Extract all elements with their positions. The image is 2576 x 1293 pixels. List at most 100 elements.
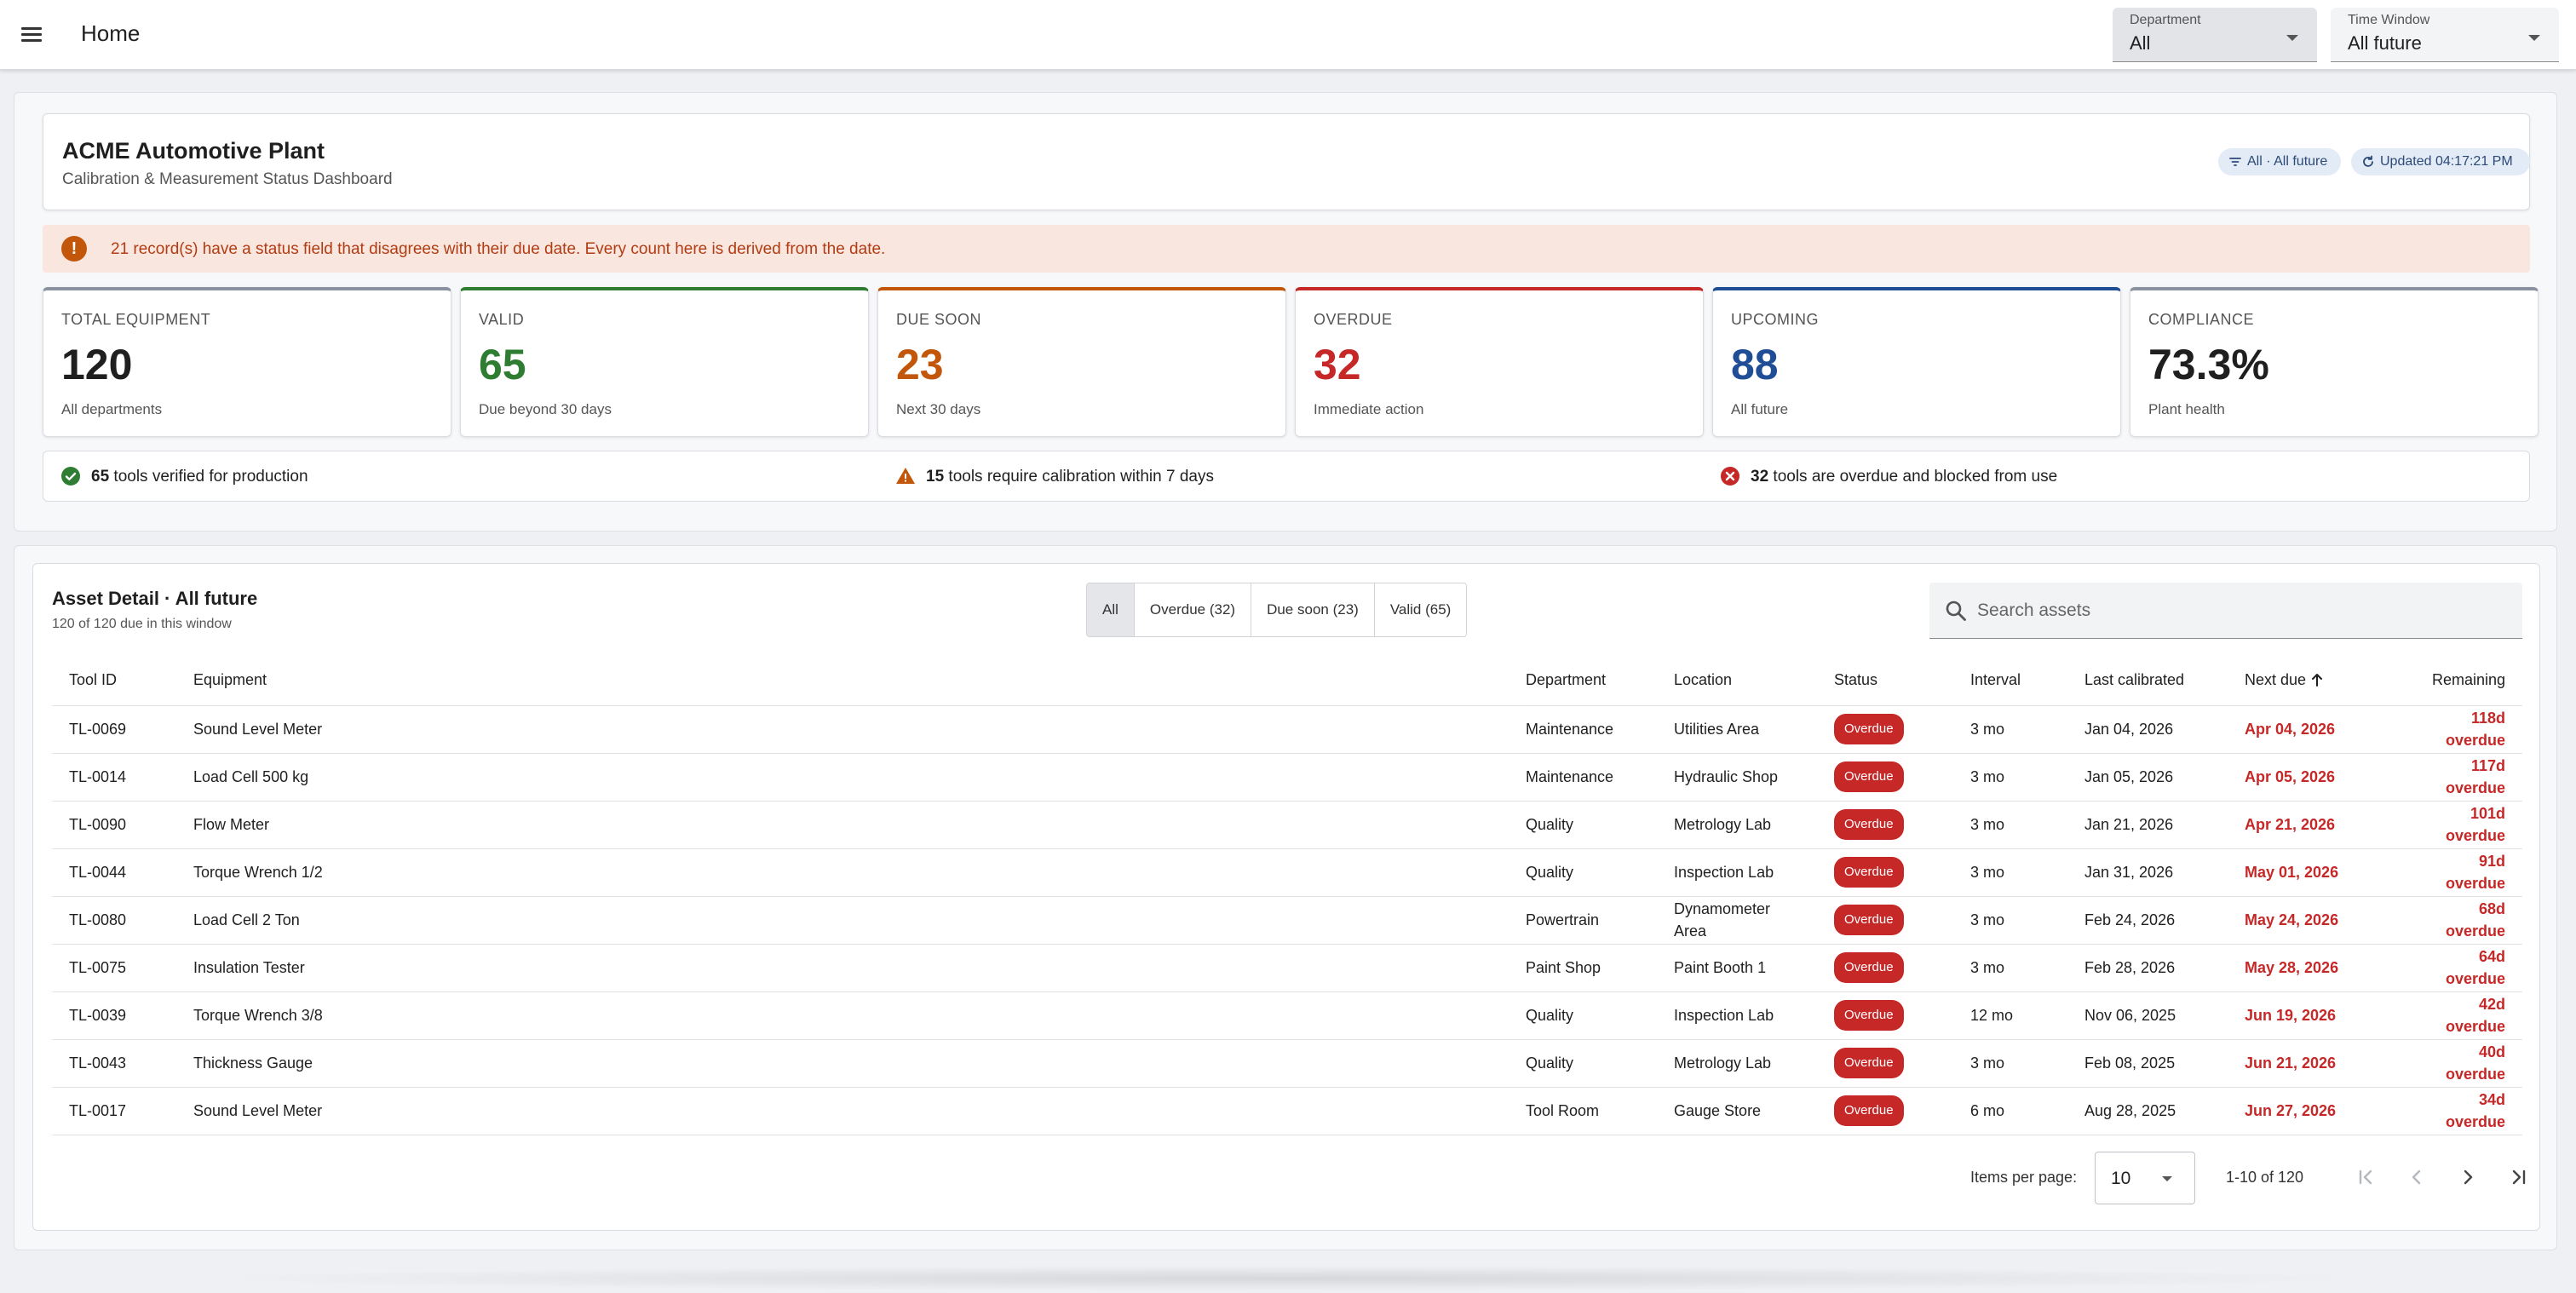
table-row[interactable]: TL-0014 Load Cell 500 kg Maintenance Hydrau…: [52, 753, 2522, 802]
cell-next-due: May 28, 2026: [2228, 944, 2412, 992]
cell-remaining: 117d overdue: [2412, 753, 2522, 802]
footer-shadow: [196, 1266, 2377, 1291]
column-header-tool-id[interactable]: Tool ID: [52, 654, 176, 706]
column-header-last-calibrated[interactable]: Last calibrated: [2067, 654, 2228, 706]
cell-interval: 6 mo: [1953, 1087, 2067, 1135]
cell-last-calibrated: Aug 28, 2025: [2067, 1087, 2228, 1135]
stat-value: 65: [479, 341, 526, 388]
department-select-value: All: [2130, 32, 2151, 54]
stat-label: DUE SOON: [896, 311, 982, 328]
column-header-location[interactable]: Location: [1657, 654, 1817, 706]
filter-overdue-button[interactable]: Overdue (32): [1134, 583, 1252, 636]
stat-subtitle: All future: [1731, 401, 1789, 417]
column-header-status[interactable]: Status: [1817, 654, 1953, 706]
updated-chip[interactable]: Updated 04:17:21 PM: [2351, 148, 2530, 175]
search-field: [1929, 583, 2522, 639]
cell-remaining: 64d overdue: [2412, 944, 2522, 992]
plant-name: ACME Automotive Plant: [62, 138, 325, 164]
status-badge: Overdue: [1834, 761, 1904, 792]
warning-triangle-icon: [896, 468, 915, 484]
table-row[interactable]: TL-0059Temperature IndicatorPowertrainCy…: [52, 1135, 2522, 1140]
stat-value: 23: [896, 341, 944, 388]
cell-last-calibrated: Jun 07, 2025: [2067, 1135, 2228, 1140]
cell-next-due: Jun 28, 2026: [2228, 1135, 2412, 1140]
filter-valid-button[interactable]: Valid (65): [1374, 583, 1467, 636]
stat-subtitle: Next 30 days: [896, 401, 981, 417]
table-row[interactable]: TL-0080 Load Cell 2 Ton Powertrain Dynamome…: [52, 896, 2522, 945]
cell-interval: 3 mo: [1953, 848, 2067, 897]
stat-card-valid: VALID 65 Due beyond 30 days: [460, 287, 869, 437]
status-badge: Overdue: [1834, 809, 1904, 840]
table-row[interactable]: TL-0039 Torque Wrench 3/8 Quality Inspectio…: [52, 991, 2522, 1040]
cell-interval: 3 mo: [1953, 944, 2067, 992]
cell-location: Inspection Lab: [1657, 848, 1817, 897]
time-window-select[interactable]: Time Window All future: [2331, 8, 2559, 62]
cell-remaining: 91d overdue: [2412, 848, 2522, 897]
table-row[interactable]: TL-0044 Torque Wrench 1/2 Quality Inspectio…: [52, 848, 2522, 897]
column-header-remaining[interactable]: Remaining: [2412, 654, 2522, 706]
stat-subtitle: Immediate action: [1314, 401, 1424, 417]
status-mismatch-alert: ! 21 record(s) have a status field that …: [43, 225, 2530, 273]
cell-interval: 3 mo: [1953, 1039, 2067, 1088]
items-per-page-select[interactable]: 10: [2095, 1152, 2195, 1204]
department-select[interactable]: Department All: [2113, 8, 2317, 62]
cell-last-calibrated: Feb 24, 2026: [2067, 896, 2228, 945]
plant-subtitle: Calibration & Measurement Status Dashboa…: [62, 170, 393, 188]
plant-header-card: ACME Automotive Plant Calibration & Meas…: [43, 113, 2530, 210]
cell-next-due: Jun 21, 2026: [2228, 1039, 2412, 1088]
filter-all-button[interactable]: All: [1087, 583, 1135, 636]
cell-tool-id: TL-0090: [52, 801, 176, 849]
column-header-department[interactable]: Department: [1509, 654, 1657, 706]
page-range-label: 1-10 of 120: [2226, 1169, 2304, 1186]
updated-chip-label: Updated 04:17:21 PM: [2380, 154, 2513, 169]
table-row[interactable]: TL-0090 Flow Meter Quality Metrology Lab Ove…: [52, 801, 2522, 849]
table-row[interactable]: TL-0075 Insulation Tester Paint Shop Paint …: [52, 944, 2522, 992]
cell-next-due: Apr 04, 2026: [2228, 705, 2412, 754]
cell-tool-id: TL-0069: [52, 705, 176, 754]
table-row[interactable]: TL-0043 Thickness Gauge Quality Metrology L…: [52, 1039, 2522, 1088]
column-header-equipment[interactable]: Equipment: [176, 654, 1509, 706]
stat-value: 88: [1731, 341, 1779, 388]
asset-table: Tool ID Equipment Department Location St…: [52, 654, 2522, 1140]
table-row[interactable]: TL-0069 Sound Level Meter Maintenance Utili…: [52, 705, 2522, 754]
cell-department: Tool Room: [1509, 1087, 1657, 1135]
summary-count: 65: [91, 468, 110, 486]
alert-text: 21 record(s) have a status field that di…: [111, 240, 886, 258]
filter-chip[interactable]: All · All future: [2218, 148, 2341, 175]
last-page-icon[interactable]: [2504, 1162, 2534, 1192]
stat-subtitle: Due beyond 30 days: [479, 401, 612, 417]
column-header-interval[interactable]: Interval: [1953, 654, 2067, 706]
status-badge: Overdue: [1834, 905, 1904, 935]
next-page-icon[interactable]: [2452, 1162, 2483, 1192]
menu-icon[interactable]: [19, 22, 44, 48]
asset-detail-card: Asset Detail · All future 120 of 120 due…: [32, 563, 2540, 1231]
filter-due-soon-button[interactable]: Due soon (23): [1251, 583, 1375, 636]
cell-equipment: Load Cell 2 Ton: [176, 896, 1509, 945]
cell-remaining: 34d overdue: [2412, 1087, 2522, 1135]
stat-label: OVERDUE: [1314, 311, 1393, 328]
column-header-next-due[interactable]: Next due: [2228, 654, 2412, 706]
cell-remaining: 40d overdue: [2412, 1039, 2522, 1088]
first-page-icon[interactable]: [2350, 1162, 2381, 1192]
cell-status: Overdue: [1817, 801, 1953, 849]
status-badge: Overdue: [1834, 857, 1904, 888]
table-row[interactable]: TL-0017 Sound Level Meter Tool Room Gauge S…: [52, 1087, 2522, 1135]
cell-equipment: Thickness Gauge: [176, 1039, 1509, 1088]
asset-table-container[interactable]: Tool ID Equipment Department Location St…: [52, 654, 2522, 1140]
stat-label: VALID: [479, 311, 525, 328]
cell-next-due: Jun 19, 2026: [2228, 991, 2412, 1040]
asset-panel: Asset Detail · All future 120 of 120 due…: [14, 545, 2557, 1250]
cell-equipment: Torque Wrench 1/2: [176, 848, 1509, 897]
cell-remaining: 42d overdue: [2412, 991, 2522, 1040]
cell-last-calibrated: Jan 31, 2026: [2067, 848, 2228, 897]
page-title: Home: [81, 20, 141, 46]
status-filter-group: All Overdue (32) Due soon (23) Valid (65…: [1086, 583, 1468, 637]
cell-last-calibrated: Nov 06, 2025: [2067, 991, 2228, 1040]
stat-label: COMPLIANCE: [2148, 311, 2255, 328]
cell-interval: 3 mo: [1953, 801, 2067, 849]
sort-ascending-icon: [2312, 673, 2323, 687]
previous-page-icon[interactable]: [2401, 1162, 2432, 1192]
search-input[interactable]: [1977, 595, 2488, 627]
cell-status: Overdue: [1817, 753, 1953, 802]
cell-department: Maintenance: [1509, 705, 1657, 754]
